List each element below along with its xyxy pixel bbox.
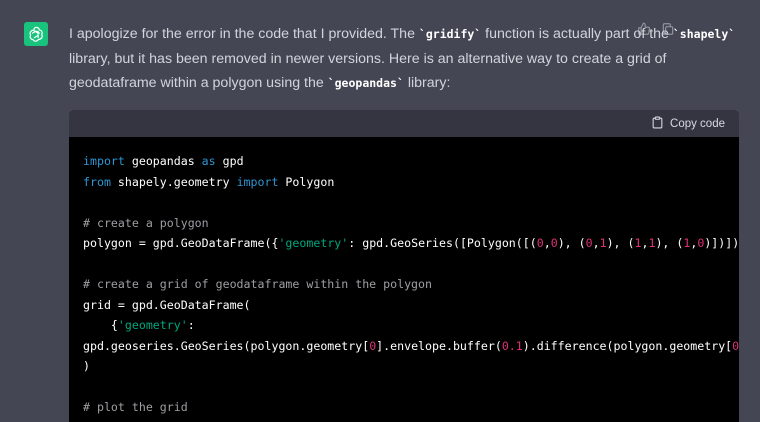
code-token: gpd: [215, 154, 244, 168]
code-token: {: [83, 318, 118, 332]
code-token: shapely.geometry: [110, 174, 237, 189]
assistant-message-row: I apologize for the error in the code th…: [0, 0, 760, 422]
inline-code-shapely: `shapely`: [672, 27, 736, 41]
code-token: 0: [550, 236, 558, 250]
code-token: ), (: [557, 236, 586, 250]
code-token: ,: [543, 236, 551, 250]
code-token: ), (: [606, 236, 635, 250]
code-token: 0: [732, 338, 739, 353]
code-token: 0: [585, 236, 593, 250]
code-token: import: [83, 154, 125, 168]
code-token: 0: [536, 236, 544, 250]
code-token: grid = gpd.GeoDataFrame(: [83, 297, 251, 312]
code-token: )])])}): [704, 236, 739, 250]
code-line: ): [83, 359, 90, 373]
code-block: Copy code import geopandas as gpd from s…: [69, 110, 739, 422]
code-token: geopandas: [124, 154, 202, 168]
code-line: # create a grid of geodataframe within t…: [83, 277, 432, 291]
copy-code-label: Copy code: [670, 117, 725, 130]
message-text-part: I apologize for the error in the code th…: [69, 26, 419, 42]
code-token: 'geometry': [278, 236, 349, 250]
code-token: Polygon: [278, 174, 335, 189]
code-token: # create a grid of geodataframe within t…: [83, 277, 433, 291]
code-content[interactable]: import geopandas as gpd from shapely.geo…: [69, 137, 739, 422]
message-text-part: function is actually part of the: [481, 26, 673, 42]
code-token: 'geometry': [117, 318, 188, 332]
chatgpt-logo-icon: [24, 22, 48, 46]
inline-code-geopandas: `geopandas`: [327, 76, 404, 90]
code-token: ].envelope.buffer(: [376, 338, 502, 353]
code-token: import: [236, 174, 279, 189]
code-line: gpd.geoseries.GeoSeries(polygon.geometry…: [83, 339, 739, 353]
code-token: :: [187, 318, 195, 332]
assistant-message-text: I apologize for the error in the code th…: [69, 22, 741, 96]
code-token: gpd.geoseries.GeoSeries(polygon.geometry…: [83, 338, 370, 353]
code-block-header: Copy code: [69, 110, 739, 137]
code-line: polygon = gpd.GeoDataFrame({'geometry': …: [83, 236, 739, 250]
clipboard-icon: [651, 116, 664, 132]
copy-code-button[interactable]: Copy code: [651, 116, 725, 132]
code-token: 1: [599, 236, 607, 250]
code-line: from shapely.geometry import Polygon: [83, 175, 334, 189]
code-line: # create a polygon: [83, 216, 209, 230]
code-line: {'geometry':: [83, 318, 195, 332]
code-line: # plot the grid: [83, 400, 188, 414]
code-token: ), (: [655, 236, 684, 250]
code-token: as: [201, 154, 216, 168]
code-token: ).difference(polygon.geometry[: [522, 338, 733, 353]
code-token: ): [83, 359, 90, 373]
inline-code-gridify: `gridify`: [418, 27, 482, 41]
code-token: ,: [592, 236, 600, 250]
code-token: from: [83, 174, 111, 189]
code-token: # create a polygon: [83, 215, 209, 230]
code-token: polygon = gpd.GeoDataFrame({: [83, 236, 279, 250]
code-token: # plot the grid: [83, 400, 188, 414]
code-token: : gpd.GeoSeries([Polygon([(: [348, 236, 537, 250]
code-token: 0.1: [501, 338, 523, 353]
code-line: grid = gpd.GeoDataFrame(: [83, 298, 251, 312]
code-line: import geopandas as gpd: [83, 154, 244, 168]
message-text-part: library:: [403, 75, 451, 91]
